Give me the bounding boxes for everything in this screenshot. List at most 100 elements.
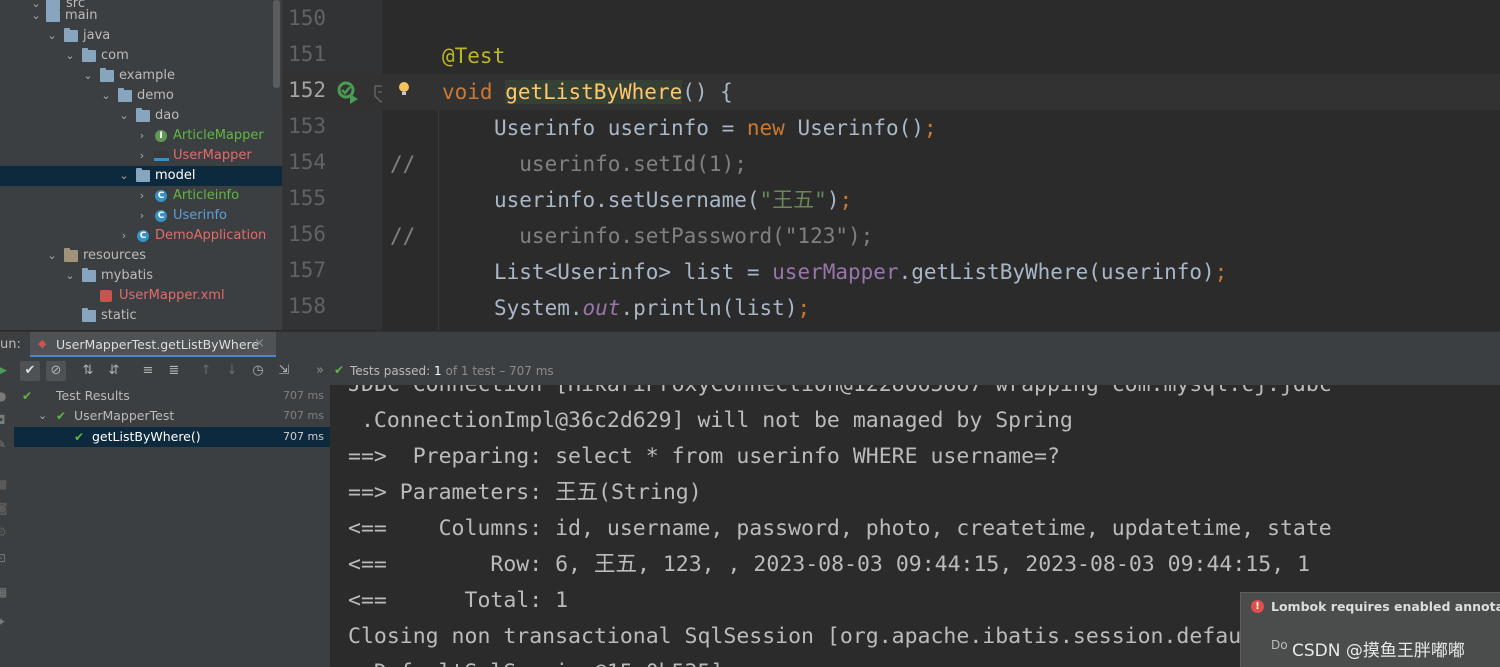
console-line: DefaultSqlSession@15c0b535]	[348, 655, 724, 667]
rerun-icon[interactable]: ▶	[0, 361, 12, 381]
tree-item-demoapplication[interactable]: › C DemoApplication	[0, 226, 282, 246]
passed-icon: ✔	[56, 409, 67, 423]
tree-item-usermapper[interactable]: › UserMapper	[0, 146, 282, 166]
status-label: Tests passed:	[350, 364, 431, 378]
run-tab[interactable]: ◆ UserMapperTest.getListByWhere ×	[30, 332, 276, 358]
tree-item-static[interactable]: static	[0, 306, 282, 326]
comment-mark: //	[390, 224, 416, 248]
show-ignored-icon[interactable]: ⊘	[46, 361, 66, 381]
console-line: <== Total: 1	[348, 588, 569, 613]
run-side-toolbar: ● ◘ ✎ ■ ◙ ⚙ ⊡ ▦ ✦	[0, 385, 14, 667]
chevron-right-icon[interactable]: ›	[136, 126, 148, 146]
console-line: <== Row: 6, 王五, 123, , 2023-08-03 09:44:…	[348, 552, 1311, 577]
comment-token: userinfo.setPassword("123");	[494, 224, 874, 248]
run-test-icon[interactable]	[336, 80, 360, 104]
code-line-156: //	[390, 218, 415, 254]
field-token: userMapper	[772, 260, 899, 284]
tree-item-mybatis[interactable]: ⌄ mybatis	[0, 266, 282, 286]
grid-icon[interactable]: ▦	[0, 585, 7, 599]
previous-failed-icon[interactable]: ↑	[196, 361, 216, 381]
chevron-down-icon[interactable]: ⌄	[118, 106, 130, 126]
history-icon[interactable]: ◷	[248, 361, 268, 381]
tree-item-demo[interactable]: ⌄ demo	[0, 86, 282, 106]
tree-item-model[interactable]: ⌄ model	[0, 166, 282, 186]
chevron-right-icon[interactable]: ›	[136, 206, 148, 226]
tree-item-java[interactable]: ⌄ java	[0, 26, 282, 46]
annotation-token: @Test	[442, 44, 506, 68]
package-icon	[82, 48, 96, 62]
exit-icon[interactable]: ⊡	[0, 551, 6, 565]
semicolon-token: ;	[1214, 260, 1228, 284]
status-text: Tests passed: 1 of 1 test – 707 ms	[350, 364, 554, 378]
chevron-down-icon[interactable]: ⌄	[118, 166, 130, 186]
show-passed-icon[interactable]: ✔	[20, 361, 40, 381]
lightbulb-icon[interactable]	[396, 80, 412, 100]
camera-icon[interactable]: ◘	[0, 413, 6, 427]
chevron-down-icon[interactable]: ⌄	[46, 246, 58, 266]
expand-all-icon[interactable]: ≡	[138, 361, 158, 381]
console-line: ==> Preparing: select * from userinfo WH…	[348, 444, 1060, 469]
tree-item-main[interactable]: ⌄ main	[0, 6, 282, 26]
chevron-right-icon[interactable]: ›	[136, 186, 148, 206]
chevron-down-icon[interactable]: ⌄	[38, 406, 47, 426]
chevron-down-icon[interactable]: ⌄	[46, 26, 58, 46]
spring-app-class-icon: C	[137, 230, 149, 242]
collapse-all-icon[interactable]: ≣	[164, 361, 184, 381]
resources-folder-icon	[64, 248, 78, 262]
package-icon	[136, 108, 150, 122]
test-method-node[interactable]: ✔ getListByWhere() 707 ms	[14, 427, 330, 447]
pin-icon[interactable]: ✦	[0, 615, 6, 629]
code-token: Userinfo userinfo =	[494, 116, 747, 140]
code-line-158: System.out.println(list);	[494, 290, 810, 326]
code-line-157: List<Userinfo> list = userMapper.getList…	[494, 254, 1227, 290]
chevron-down-icon[interactable]: ⌄	[64, 46, 76, 66]
chevron-down-icon[interactable]: ⌄	[30, 6, 42, 26]
comment-mark: //	[390, 152, 416, 176]
tree-item-com[interactable]: ⌄ com	[0, 46, 282, 66]
folder-icon	[46, 8, 60, 22]
import-results-icon[interactable]: ⇲	[274, 361, 294, 381]
semicolon-token: ;	[797, 296, 811, 320]
tree-item-userinfo[interactable]: › C Userinfo	[0, 206, 282, 226]
test-node-label: Test Results	[56, 388, 130, 403]
tree-item-usermapper-xml[interactable]: UserMapper.xml	[0, 286, 282, 306]
code-token: )	[826, 188, 840, 212]
chevron-down-icon[interactable]: ⌄	[100, 86, 112, 106]
code-editor[interactable]: @Test void getListByWhere() { Userinfo u…	[382, 0, 1500, 330]
line-number: 157	[288, 258, 326, 282]
package-icon	[100, 68, 114, 82]
sort-duration-icon[interactable]: ⇵	[104, 361, 124, 381]
test-class-node[interactable]: ⌄ ✔ UserMapperTest 707 ms	[14, 406, 330, 426]
stop-icon[interactable]: ●	[0, 389, 6, 403]
line-number: 156	[288, 222, 326, 246]
test-results-root[interactable]: ✔ Test Results 707 ms	[14, 386, 330, 406]
close-icon[interactable]: ×	[254, 336, 265, 351]
tree-item-dao[interactable]: ⌄ dao	[0, 106, 282, 126]
console-line: JDBC Connection [HikariProxyConnection@1…	[348, 385, 1332, 403]
code-line-156-text: userinfo.setPassword("123");	[494, 218, 873, 254]
line-number: 153	[288, 114, 326, 138]
test-results-tree: ✔ Test Results 707 ms ⌄ ✔ UserMapperTest…	[14, 385, 330, 667]
tree-item-articlemapper[interactable]: › I ArticleMapper	[0, 126, 282, 146]
layout-icon[interactable]: ⚙	[0, 525, 7, 539]
tree-item-resources[interactable]: ⌄ resources	[0, 246, 282, 266]
next-failed-icon[interactable]: ↓	[222, 361, 242, 381]
line-number: 150	[288, 6, 326, 30]
source-folder-icon	[64, 28, 78, 42]
chevron-right-icon[interactable]: ›	[136, 146, 148, 166]
code-line-154: //	[390, 146, 415, 182]
dump-icon[interactable]: ■	[0, 477, 7, 491]
tree-item-articleinfo[interactable]: › C Articleinfo	[0, 186, 282, 206]
print-icon[interactable]: ◙	[0, 501, 8, 515]
sort-alpha-icon[interactable]: ⇅	[78, 361, 98, 381]
more-icon[interactable]: »	[310, 361, 330, 381]
chevron-down-icon[interactable]: ⌄	[82, 66, 94, 86]
package-icon	[136, 168, 150, 182]
tree-item-example[interactable]: ⌄ example	[0, 66, 282, 86]
chevron-down-icon[interactable]: ⌄	[64, 266, 76, 286]
settings-icon[interactable]: ✎	[0, 437, 6, 451]
semicolon-token: ;	[839, 188, 853, 212]
editor-gutter: 150 151 152 153 154 155 156 157 158	[282, 0, 388, 330]
keyword-token: new	[746, 116, 785, 140]
chevron-right-icon[interactable]: ›	[118, 226, 130, 246]
